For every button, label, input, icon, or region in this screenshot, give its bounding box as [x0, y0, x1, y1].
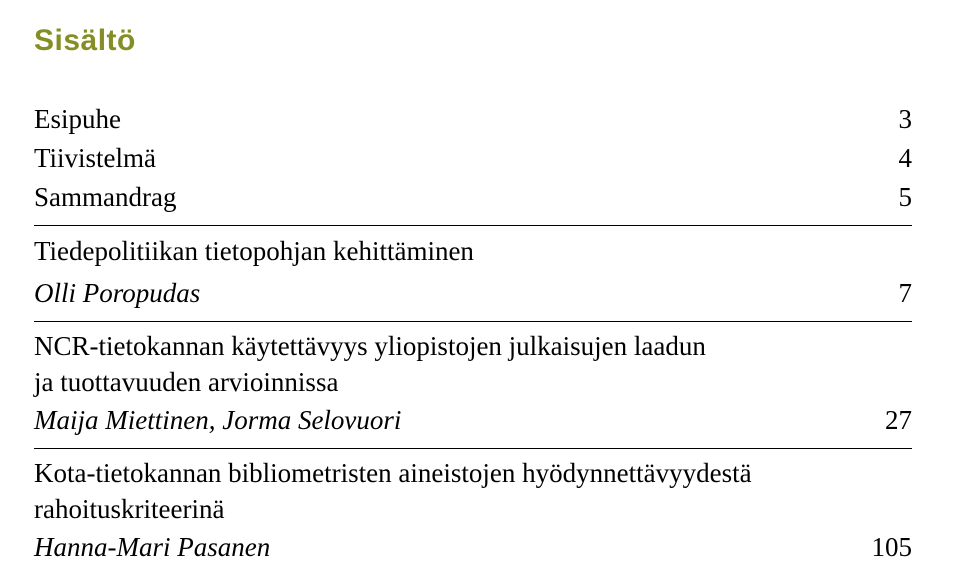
entry-title-line: ja tuottavuuden arvioinnissa — [34, 364, 912, 400]
entry-title: Kota-tietokannan bibliometristen aineist… — [34, 455, 912, 528]
entry-author: Hanna-Mari Pasanen — [34, 528, 852, 567]
divider — [34, 448, 912, 449]
entry-title: Tiivistelmä — [34, 139, 852, 178]
entry-title: Tiedepolitiikan tietopohjan kehittäminen — [34, 232, 912, 271]
entry-title: Sammandrag — [34, 178, 852, 217]
table-of-contents: Esipuhe 3 Tiivistelmä 4 Sammandrag 5 Tie… — [34, 100, 912, 567]
divider — [34, 225, 912, 226]
entry-title: NCR-tietokannan käytettävyys yliopistoje… — [34, 328, 912, 401]
entry-page: 5 — [852, 178, 912, 217]
entry-page: 27 — [852, 401, 912, 440]
entry-title-line: Kota-tietokannan bibliometristen aineist… — [34, 455, 912, 491]
entry-title-line: rahoituskriteerinä — [34, 491, 912, 527]
toc-entry: Kota-tietokannan bibliometristen aineist… — [34, 455, 912, 567]
entry-page: 105 — [852, 528, 912, 567]
page-title: Sisältö — [34, 24, 912, 58]
toc-entry: NCR-tietokannan käytettävyys yliopistoje… — [34, 328, 912, 440]
entry-title-line: NCR-tietokannan käytettävyys yliopistoje… — [34, 328, 912, 364]
toc-entry: Tiivistelmä 4 — [34, 139, 912, 178]
toc-entry: Tiedepolitiikan tietopohjan kehittäminen… — [34, 232, 912, 312]
entry-page: 4 — [852, 139, 912, 178]
divider — [34, 321, 912, 322]
entry-page: 3 — [852, 100, 912, 139]
toc-entry: Sammandrag 5 — [34, 178, 912, 217]
entry-title: Esipuhe — [34, 100, 852, 139]
entry-author: Olli Poropudas — [34, 274, 852, 313]
entry-page: 7 — [852, 274, 912, 313]
entry-author: Maija Miettinen, Jorma Selovuori — [34, 401, 852, 440]
toc-entry: Esipuhe 3 — [34, 100, 912, 139]
